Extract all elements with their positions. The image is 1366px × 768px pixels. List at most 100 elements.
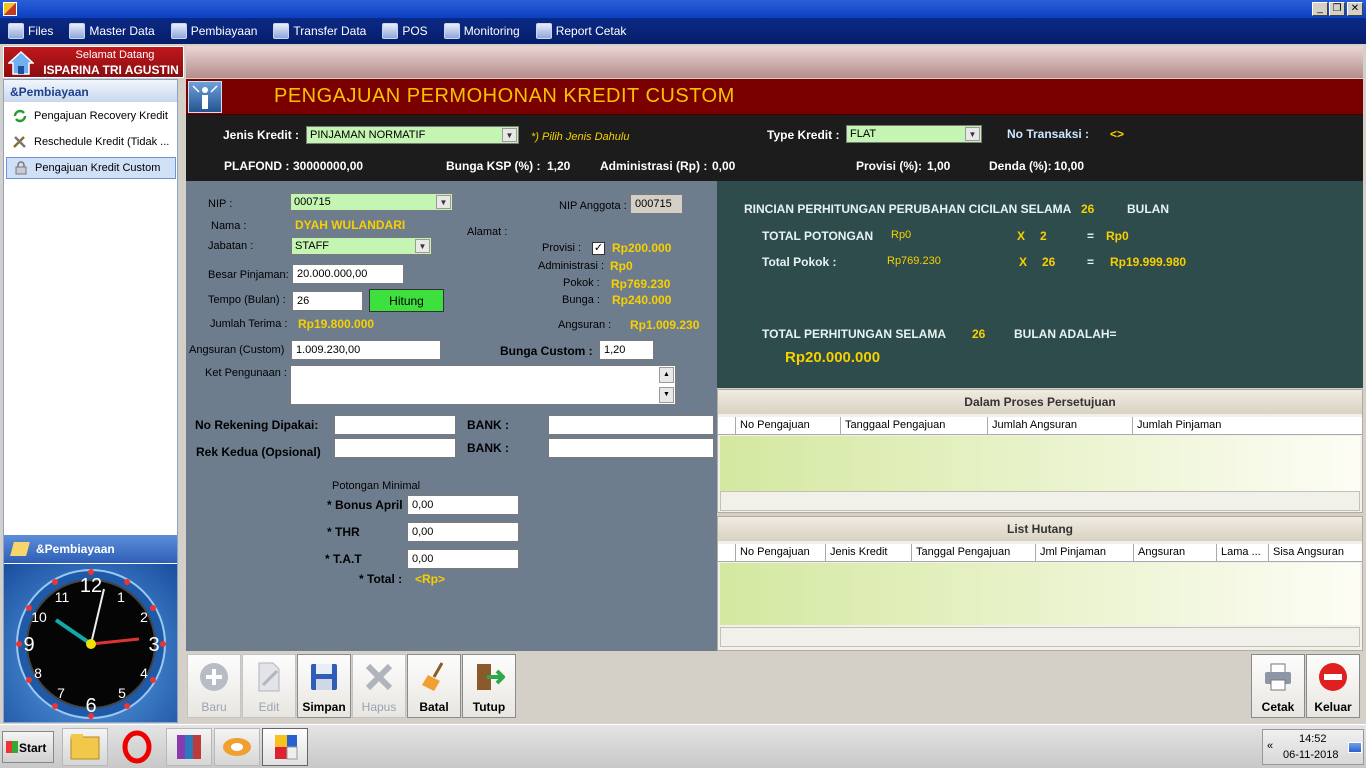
taskbar-explorer[interactable] bbox=[62, 728, 108, 766]
sidebar-item-kredit-custom[interactable]: Pengajuan Kredit Custom bbox=[6, 157, 176, 179]
nip-select[interactable]: 000715 ▼ bbox=[290, 193, 453, 211]
home-icon[interactable] bbox=[8, 51, 34, 75]
chevron-down-icon[interactable]: ▼ bbox=[415, 239, 430, 253]
times-sign: X bbox=[1017, 229, 1026, 243]
column-header[interactable]: Tanggaal Pengajuan bbox=[841, 417, 988, 434]
column-header[interactable]: Jumlah Angsuran bbox=[988, 417, 1133, 434]
keluar-button[interactable]: Keluar bbox=[1306, 654, 1360, 718]
scroll-down-icon[interactable]: ▼ bbox=[659, 387, 674, 403]
svg-text:5: 5 bbox=[118, 685, 126, 701]
sidebar-bottom-label: &Pembiayaan bbox=[36, 542, 115, 556]
scroll-up-icon[interactable]: ▲ bbox=[659, 367, 674, 383]
hapus-button[interactable]: Hapus bbox=[352, 654, 406, 718]
restore-button[interactable]: ❐ bbox=[1329, 2, 1345, 16]
potongan-label: Potongan Minimal bbox=[332, 480, 421, 492]
thr-field[interactable]: 0,00 bbox=[407, 522, 519, 542]
chevron-down-icon[interactable]: ▼ bbox=[965, 127, 980, 141]
sidebar-item-label: Reschedule Kredit (Tidak ... bbox=[34, 136, 170, 148]
menu-master-data[interactable]: Master Data bbox=[69, 23, 155, 39]
menu-pos[interactable]: POS bbox=[382, 23, 428, 39]
sidebar-header[interactable]: &Pembiayaan bbox=[4, 80, 177, 102]
taskbar-app[interactable] bbox=[166, 728, 212, 766]
bonus-field[interactable]: 0,00 bbox=[407, 495, 519, 515]
button-label: Tutup bbox=[472, 700, 506, 714]
grid-footer bbox=[720, 491, 1360, 511]
transfer-icon bbox=[273, 23, 290, 39]
sidebar-item-reschedule[interactable]: Reschedule Kredit (Tidak ... bbox=[6, 131, 176, 153]
column-header[interactable]: No Pengajuan bbox=[736, 544, 826, 561]
simpan-button[interactable]: Simpan bbox=[297, 654, 351, 718]
jumlah-terima-value: Rp19.800.000 bbox=[298, 317, 375, 331]
besar-pinjaman-field[interactable]: 20.000.000,00 bbox=[292, 264, 404, 284]
cetak-button[interactable]: Cetak bbox=[1251, 654, 1305, 718]
rek-kedua-field[interactable] bbox=[334, 438, 456, 458]
tutup-button[interactable]: Tutup bbox=[462, 654, 516, 718]
no-rekening-field[interactable] bbox=[334, 415, 456, 435]
ket-textarea[interactable]: ▲ ▼ bbox=[290, 365, 676, 405]
bunga-custom-field[interactable]: 1,20 bbox=[599, 340, 654, 360]
close-button[interactable]: ✕ bbox=[1347, 2, 1363, 16]
jabatan-select[interactable]: STAFF ▼ bbox=[291, 237, 432, 255]
welcome-panel: Selamat Datang ISPARINA TRI AGUSTIN bbox=[3, 46, 184, 78]
nip-anggota-field[interactable]: 000715 bbox=[630, 194, 683, 214]
column-header[interactable]: Jenis Kredit bbox=[826, 544, 912, 561]
menu-transfer-data[interactable]: Transfer Data bbox=[273, 23, 366, 39]
administrasi-value: 0,00 bbox=[712, 159, 736, 173]
grid-rows[interactable] bbox=[720, 563, 1360, 625]
column-header[interactable]: Jml Pinjaman bbox=[1036, 544, 1134, 561]
batal-button[interactable]: Batal bbox=[407, 654, 461, 718]
baru-button[interactable]: Baru bbox=[187, 654, 241, 718]
exit-icon bbox=[1319, 663, 1347, 691]
grid-rows[interactable] bbox=[720, 436, 1360, 492]
menu-monitoring[interactable]: Monitoring bbox=[443, 23, 520, 39]
bank-field-1[interactable] bbox=[548, 415, 714, 435]
chevron-down-icon[interactable]: ▼ bbox=[502, 128, 517, 142]
column-header[interactable]: Jumlah Pinjaman bbox=[1133, 417, 1360, 434]
administrasi2-value: Rp0 bbox=[610, 259, 633, 273]
edit-button[interactable]: Edit bbox=[242, 654, 296, 718]
total-pokok-value: Rp769.230 bbox=[887, 255, 941, 267]
provisi-checkbox[interactable]: ✓ bbox=[592, 242, 605, 255]
tempo-field[interactable]: 26 bbox=[292, 291, 363, 311]
column-header[interactable]: Lama ... bbox=[1217, 544, 1269, 561]
column-header[interactable]: Angsuran bbox=[1134, 544, 1217, 561]
menu-pembiayaan[interactable]: Pembiayaan bbox=[170, 23, 257, 39]
svg-text:10: 10 bbox=[31, 609, 47, 625]
pembiayaan-icon bbox=[170, 23, 187, 39]
bank-field-2[interactable] bbox=[548, 438, 714, 458]
taskbar-app[interactable] bbox=[214, 728, 260, 766]
chevron-down-icon[interactable]: ▼ bbox=[436, 195, 451, 209]
info-icon bbox=[188, 81, 222, 113]
hitung-button[interactable]: Hitung bbox=[369, 289, 444, 312]
potongan-multiplier: 2 bbox=[1040, 229, 1047, 243]
menu-report-cetak[interactable]: Report Cetak bbox=[535, 23, 626, 39]
network-icon[interactable] bbox=[1348, 742, 1362, 753]
jenis-kredit-select[interactable]: PINJAMAN NORMATIF ▼ bbox=[306, 126, 519, 144]
taskbar-active-app[interactable] bbox=[262, 728, 308, 766]
start-button[interactable]: Start bbox=[2, 731, 54, 763]
tat-field[interactable]: 0,00 bbox=[407, 549, 519, 569]
column-header[interactable]: No Pengajuan bbox=[736, 417, 841, 434]
sidebar-item-recovery[interactable]: Pengajuan Recovery Kredit bbox=[6, 105, 176, 127]
button-label: Edit bbox=[258, 700, 280, 714]
files-icon bbox=[8, 23, 24, 39]
pokok-multiplier: 26 bbox=[1042, 255, 1056, 269]
clock-time[interactable]: 14:52 bbox=[1299, 733, 1327, 745]
bunga-ksp-label: Bunga KSP (%) : bbox=[446, 159, 541, 173]
taskbar-opera[interactable] bbox=[114, 728, 160, 766]
menu-files[interactable]: Files bbox=[8, 23, 53, 39]
show-hidden-icons[interactable]: « bbox=[1267, 740, 1273, 752]
recycle-icon bbox=[13, 109, 27, 123]
bonus-label: * Bonus April bbox=[327, 498, 403, 512]
sidebar-bottom-tab[interactable]: &Pembiayaan bbox=[4, 535, 177, 563]
column-header[interactable]: Tanggal Pengajuan bbox=[912, 544, 1036, 561]
menu-label: Master Data bbox=[89, 24, 155, 38]
ket-label: Ket Pengunaan : bbox=[205, 367, 287, 379]
clock-date[interactable]: 06-11-2018 bbox=[1283, 749, 1338, 761]
total-perhitungan-label: TOTAL PERHITUNGAN SELAMA bbox=[762, 327, 947, 341]
column-header[interactable]: Sisa Angsuran bbox=[1269, 544, 1362, 561]
minimize-button[interactable]: _ bbox=[1312, 2, 1328, 16]
angsuran-custom-field[interactable]: 1.009.230,00 bbox=[291, 340, 441, 360]
type-kredit-select[interactable]: FLAT ▼ bbox=[846, 125, 982, 143]
edit-icon bbox=[258, 662, 280, 692]
